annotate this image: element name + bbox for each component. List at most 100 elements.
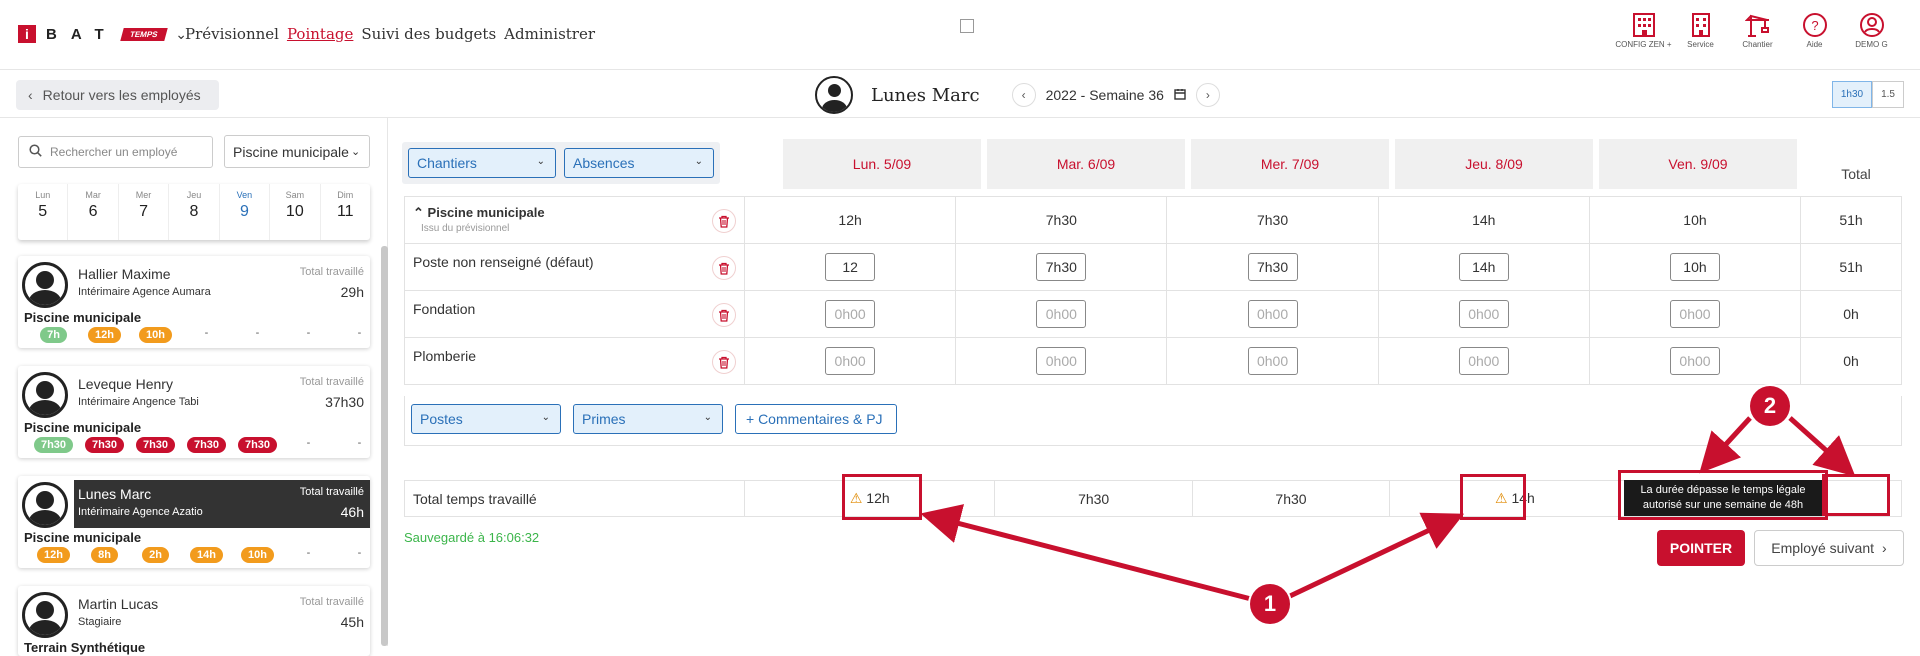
primes-dropdown[interactable]: Primes ⌄: [573, 404, 723, 434]
employee-card[interactable]: Hallier Maxime Intérimaire Agence Aumara…: [18, 256, 370, 348]
hours-input[interactable]: 0h00: [825, 347, 876, 375]
back-label: Retour vers les employés: [42, 87, 201, 103]
nav-administrer[interactable]: Administrer: [504, 25, 595, 43]
next-week-button[interactable]: ›: [1195, 83, 1220, 107]
trash-icon[interactable]: [712, 209, 736, 233]
day-pills: 12h 8h 2h 14h 10h - -: [28, 547, 385, 563]
table-row: Poste non renseigné (défaut) 12 7h30 7h3…: [404, 243, 1902, 291]
search-placeholder: Rechercher un employé: [50, 145, 178, 159]
hours-input[interactable]: 0h00: [825, 300, 876, 328]
broken-image-icon: [960, 19, 974, 33]
employee-sidebar: Rechercher un employé Piscine municipale…: [0, 118, 388, 656]
avatar: [22, 482, 68, 528]
avatar: [22, 262, 68, 308]
day-header: Ven. 9/09: [1599, 139, 1797, 189]
day-pills: 7h 12h 10h - - - -: [28, 327, 385, 343]
hours-input[interactable]: 7h30: [1247, 253, 1298, 281]
postes-dropdown[interactable]: Postes ⌄: [411, 404, 561, 434]
main-nav: Prévisionnel Pointage Suivi des budgets …: [185, 25, 595, 43]
chevron-up-icon[interactable]: ⌃: [413, 205, 424, 220]
saved-status: Sauvegardé à 16:06:32: [404, 530, 540, 545]
user-label: DEMO G: [1855, 40, 1888, 49]
service-label: Service: [1687, 40, 1714, 49]
nav-suivi-budgets[interactable]: Suivi des budgets: [361, 25, 496, 43]
user-menu-button[interactable]: DEMO G: [1843, 10, 1900, 49]
hours-input[interactable]: 0h00: [1036, 347, 1087, 375]
prev-week-button[interactable]: ‹: [1011, 83, 1036, 107]
hours-input[interactable]: 0h00: [1458, 300, 1509, 328]
hours-input[interactable]: 0h00: [1247, 347, 1298, 375]
day-dim[interactable]: Dim 11: [321, 184, 370, 240]
back-to-employees-button[interactable]: ‹ Retour vers les employés: [16, 80, 219, 110]
day-sam[interactable]: Sam 10: [270, 184, 321, 240]
chantier-label: Chantier: [1742, 40, 1773, 49]
format-toggle: 1h30 1.5: [1831, 81, 1904, 108]
pointer-button[interactable]: POINTER: [1657, 530, 1745, 566]
week-label: 2022 - Semaine 36: [1045, 87, 1164, 103]
hours-input[interactable]: 0h00: [1247, 300, 1298, 328]
avatar: [22, 592, 68, 638]
highlight-box: [1822, 474, 1890, 516]
toggle-decimal[interactable]: 1.5: [1872, 81, 1904, 108]
nav-pointage[interactable]: Pointage: [287, 25, 353, 43]
trash-icon[interactable]: [712, 256, 736, 280]
callout-badge-2: 2: [1750, 386, 1790, 426]
calendar-icon[interactable]: [1174, 87, 1186, 103]
chantiers-dropdown[interactable]: Chantiers ⌄: [408, 148, 556, 178]
logo-letter: i: [18, 25, 36, 43]
employee-info: Martin Lucas Stagiaire Total travaillé 4…: [78, 596, 364, 630]
chevron-right-icon: ›: [1882, 540, 1887, 556]
site-select[interactable]: Piscine municipale ⌄: [224, 135, 370, 168]
chevron-left-icon: ‹: [28, 87, 33, 103]
employee-info: Hallier Maxime Intérimaire Agence Aumara…: [78, 266, 364, 300]
employee-card-selected[interactable]: Lunes Marc Intérimaire Agence Azatio Tot…: [18, 476, 370, 568]
hours-input[interactable]: 7h30: [1036, 253, 1087, 281]
table-row: Fondation 0h00 0h00 0h00 0h00 0h00 0h: [404, 290, 1902, 338]
day-mar[interactable]: Mar 6: [68, 184, 119, 240]
day-mer[interactable]: Mer 7: [119, 184, 170, 240]
day-pills: 7h30 7h30 7h30 7h30 7h30 - -: [28, 437, 385, 453]
sidebar-scrollbar[interactable]: [381, 246, 388, 646]
trash-icon[interactable]: [712, 303, 736, 327]
search-input[interactable]: Rechercher un employé: [18, 136, 213, 168]
week-navigator: ‹ 2022 - Semaine 36 ›: [1011, 83, 1220, 107]
chevron-down-icon: ⌄: [694, 156, 703, 167]
comments-button[interactable]: + Commentaires & PJ: [735, 404, 897, 434]
chevron-down-icon: ⌄: [536, 156, 545, 167]
user-icon: [1843, 10, 1900, 40]
chantier-button[interactable]: Chantier: [1729, 10, 1786, 49]
hours-input[interactable]: 12: [825, 253, 876, 281]
day-jeu[interactable]: Jeu 8: [169, 184, 220, 240]
service-button[interactable]: Service: [1672, 10, 1729, 49]
toggle-hours[interactable]: 1h30: [1831, 81, 1873, 108]
employee-info: Leveque Henry Intérimaire Angence Tabi T…: [78, 376, 364, 410]
search-icon: [29, 144, 42, 160]
hours-input[interactable]: 0h00: [1669, 300, 1720, 328]
highlight-box: [1618, 470, 1828, 520]
day-lun[interactable]: Lun 5: [18, 184, 69, 240]
sub-bar: ‹ Retour vers les employés Lunes Marc ‹ …: [0, 70, 1920, 118]
employee-info: Lunes Marc Intérimaire Agence Azatio Tot…: [74, 480, 370, 528]
hours-input[interactable]: 14h: [1458, 253, 1509, 281]
chevron-down-icon: ⌄: [350, 146, 361, 158]
hours-input[interactable]: 0h00: [1036, 300, 1087, 328]
hours-input[interactable]: 10h: [1669, 253, 1720, 281]
aide-button[interactable]: ? Aide: [1786, 10, 1843, 49]
hours-input[interactable]: 0h00: [1458, 347, 1509, 375]
aide-label: Aide: [1806, 40, 1823, 49]
trash-icon[interactable]: [712, 350, 736, 374]
absences-dropdown[interactable]: Absences ⌄: [564, 148, 714, 178]
logo-name: BAT: [46, 25, 118, 43]
top-bar: i BAT TEMPS ⌄ Prévisionnel Pointage Suiv…: [0, 0, 1920, 70]
next-employee-button[interactable]: Employé suivant ›: [1754, 530, 1904, 566]
day-header: Mar. 6/09: [987, 139, 1185, 189]
day-ven[interactable]: Ven 9: [220, 184, 271, 240]
highlight-box: [842, 474, 922, 520]
config-zen-button[interactable]: CONFIG ZEN +: [1615, 10, 1672, 49]
app-logo[interactable]: i BAT TEMPS ⌄: [18, 25, 187, 43]
employee-card[interactable]: Leveque Henry Intérimaire Angence Tabi T…: [18, 366, 370, 458]
nav-previsionnel[interactable]: Prévisionnel: [185, 25, 279, 43]
day-strip: Lun 5 Mar 6 Mer 7 Jeu 8 Ven 9 Sam 10 Dim 11: [18, 184, 370, 240]
hours-input[interactable]: 0h00: [1669, 347, 1720, 375]
svg-text:?: ?: [1811, 18, 1818, 33]
